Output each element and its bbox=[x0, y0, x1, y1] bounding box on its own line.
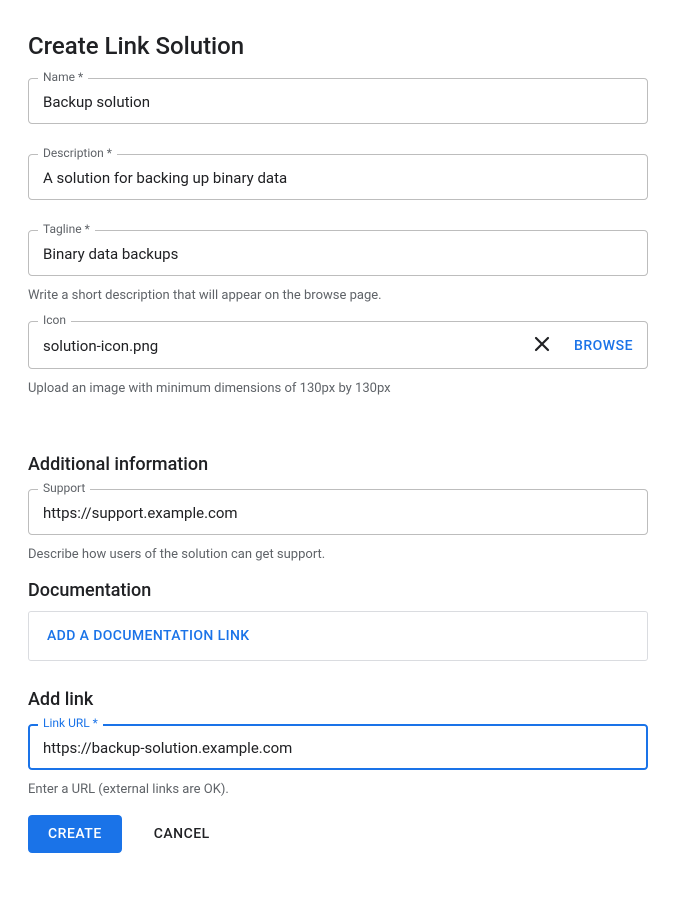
support-field: Support bbox=[28, 489, 648, 535]
name-field: Name * bbox=[28, 78, 648, 124]
tagline-input[interactable] bbox=[43, 245, 633, 263]
support-input[interactable] bbox=[43, 504, 633, 522]
close-icon[interactable] bbox=[534, 336, 550, 356]
additional-heading: Additional information bbox=[28, 454, 648, 475]
support-label: Support bbox=[38, 481, 90, 495]
link-url-label: Link URL * bbox=[38, 716, 103, 730]
add-documentation-button[interactable]: ADD A DOCUMENTATION LINK bbox=[28, 611, 648, 661]
description-input[interactable] bbox=[43, 169, 633, 187]
description-field: Description * bbox=[28, 154, 648, 200]
icon-label: Icon bbox=[38, 313, 71, 327]
link-url-helper: Enter a URL (external links are OK). bbox=[28, 782, 648, 797]
tagline-helper: Write a short description that will appe… bbox=[28, 288, 648, 303]
name-label: Name * bbox=[38, 70, 88, 84]
name-input[interactable] bbox=[43, 93, 633, 111]
documentation-heading: Documentation bbox=[28, 580, 648, 601]
create-button[interactable]: CREATE bbox=[28, 815, 122, 853]
link-url-field: Link URL * bbox=[28, 724, 648, 770]
link-url-input[interactable] bbox=[43, 739, 633, 757]
browse-button[interactable]: BROWSE bbox=[574, 338, 633, 354]
description-label: Description * bbox=[38, 146, 117, 160]
icon-field: Icon solution-icon.png BROWSE bbox=[28, 321, 648, 369]
page-title: Create Link Solution bbox=[28, 32, 648, 60]
tagline-label: Tagline * bbox=[38, 222, 95, 236]
icon-filename: solution-icon.png bbox=[43, 337, 534, 355]
form-actions: CREATE CANCEL bbox=[28, 815, 648, 853]
add-link-heading: Add link bbox=[28, 689, 648, 710]
tagline-field: Tagline * bbox=[28, 230, 648, 276]
icon-helper: Upload an image with minimum dimensions … bbox=[28, 381, 648, 396]
support-helper: Describe how users of the solution can g… bbox=[28, 547, 648, 562]
cancel-button[interactable]: CANCEL bbox=[154, 826, 210, 842]
